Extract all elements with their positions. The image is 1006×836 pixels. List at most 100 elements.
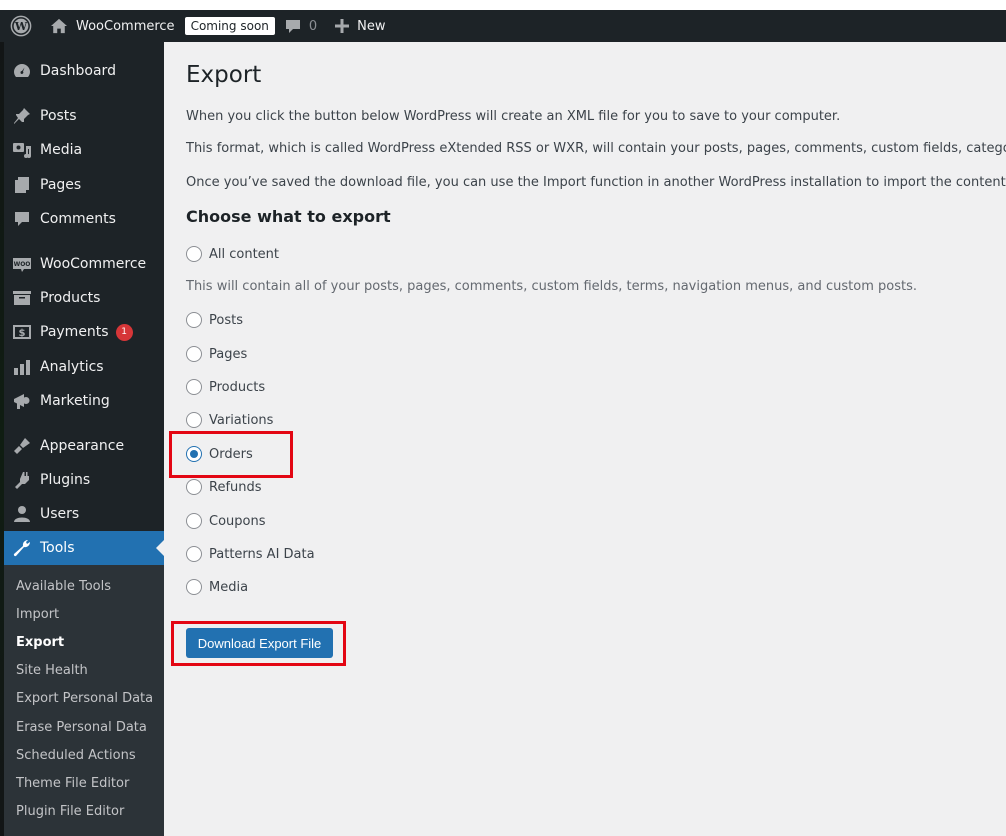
radio-button[interactable] — [186, 379, 202, 395]
radio-button[interactable] — [186, 346, 202, 362]
export-option-media[interactable]: Media — [186, 577, 248, 597]
option-label: Refunds — [209, 479, 262, 495]
comment-bubble-icon — [285, 20, 300, 33]
wordpress-logo-icon: W — [10, 15, 32, 37]
submenu-plugin-file-editor[interactable]: Plugin File Editor — [16, 802, 124, 822]
radio-button[interactable] — [186, 312, 202, 328]
sidebar-item-plugins[interactable]: Plugins — [4, 463, 164, 497]
wrench-icon — [12, 538, 32, 558]
sidebar-item-label: Dashboard — [40, 63, 116, 79]
annotation-highlight-download-button — [171, 621, 346, 666]
main-content: Export When you click the button below W… — [164, 42, 1006, 836]
sidebar-item-label: Pages — [40, 177, 82, 193]
sidebar-item-label: Payments — [40, 324, 109, 340]
admin-bar: W WooCommerce Coming soon 0 New — [0, 10, 1006, 42]
submenu-scheduled-actions[interactable]: Scheduled Actions — [16, 746, 136, 766]
plus-icon — [335, 19, 350, 33]
bar-chart-icon — [12, 357, 32, 377]
comments-link[interactable]: 0 — [285, 10, 335, 42]
sidebar-item-comments[interactable]: Comments — [4, 202, 164, 236]
export-option-coupons[interactable]: Coupons — [186, 511, 266, 531]
submenu-import[interactable]: Import — [16, 605, 59, 625]
pages-icon — [12, 175, 32, 195]
sidebar-item-label: Posts — [40, 108, 77, 124]
svg-text:$: $ — [19, 328, 26, 339]
export-option-posts[interactable]: Posts — [186, 310, 243, 330]
new-label: New — [357, 18, 386, 34]
option-label: Products — [209, 379, 266, 395]
option-label: All content — [209, 246, 280, 262]
sidebar-item-label: Users — [40, 506, 80, 522]
comment-count: 0 — [308, 18, 318, 34]
wp-logo-menu[interactable]: W — [0, 10, 50, 42]
sidebar-item-label: Appearance — [40, 438, 125, 454]
sidebar-item-analytics[interactable]: Analytics — [4, 350, 164, 384]
sidebar-item-label: Media — [40, 142, 83, 158]
submenu-available-tools[interactable]: Available Tools — [16, 577, 111, 597]
annotation-highlight-orders — [169, 431, 293, 478]
sidebar-item-dashboard[interactable]: Dashboard — [4, 54, 164, 88]
home-icon — [51, 18, 67, 34]
description-paragraph: When you click the button below WordPres… — [186, 109, 841, 124]
submenu-export-personal-data[interactable]: Export Personal Data — [16, 689, 153, 709]
comment-icon — [12, 209, 32, 229]
megaphone-icon — [12, 391, 32, 411]
site-name-link[interactable]: WooCommerce — [50, 10, 185, 42]
sidebar-item-products[interactable]: Products — [4, 281, 164, 315]
sidebar-item-pages[interactable]: Pages — [4, 168, 164, 202]
radio-button[interactable] — [186, 579, 202, 595]
media-camera-music-icon — [12, 140, 32, 160]
radio-button[interactable] — [186, 246, 202, 262]
sidebar-item-label: Plugins — [40, 472, 91, 488]
export-option-pages[interactable]: Pages — [186, 344, 247, 364]
option-label: Media — [209, 579, 249, 595]
description-paragraph: Once you’ve saved the download file, you… — [186, 175, 1006, 190]
coming-soon-badge[interactable]: Coming soon — [184, 17, 275, 35]
submenu-erase-personal-data[interactable]: Erase Personal Data — [16, 718, 147, 738]
sidebar-item-users[interactable]: Users — [4, 497, 164, 531]
option-label: Coupons — [209, 513, 266, 529]
page-title: Export — [186, 62, 262, 88]
sidebar-item-tools[interactable]: Tools — [4, 531, 164, 565]
export-option-refunds[interactable]: Refunds — [186, 477, 262, 497]
radio-button[interactable] — [186, 412, 202, 428]
sidebar-item-woocommerce[interactable]: WOO WooCommerce — [4, 247, 164, 281]
sidebar-item-label: Analytics — [40, 359, 104, 375]
option-label: Patterns AI Data — [209, 546, 315, 562]
new-content-link[interactable]: New — [335, 10, 386, 42]
export-option-products[interactable]: Products — [186, 377, 265, 397]
dollar-card-icon: $ — [12, 322, 32, 342]
sidebar-item-posts[interactable]: Posts — [4, 99, 164, 133]
paintbrush-icon — [12, 436, 32, 456]
sidebar-item-label: Tools — [40, 540, 75, 556]
sidebar-item-label: Products — [40, 290, 101, 306]
sidebar-item-payments[interactable]: $ Payments 1 — [4, 315, 164, 349]
submenu-site-health[interactable]: Site Health — [16, 661, 88, 681]
sidebar-item-appearance[interactable]: Appearance — [4, 429, 164, 463]
submenu-export[interactable]: Export — [16, 633, 64, 653]
woo-icon: WOO — [12, 254, 32, 274]
archive-box-icon — [12, 288, 32, 308]
option-label: Variations — [209, 412, 274, 428]
option-label: Pages — [209, 346, 248, 362]
radio-button[interactable] — [186, 546, 202, 562]
sidebar-item-label: WooCommerce — [40, 256, 147, 272]
export-option-all-content[interactable]: All content — [186, 244, 279, 264]
user-icon — [12, 504, 32, 524]
section-title: Choose what to export — [186, 207, 391, 226]
radio-button[interactable] — [186, 513, 202, 529]
radio-button[interactable] — [186, 479, 202, 495]
submenu-theme-file-editor[interactable]: Theme File Editor — [16, 774, 129, 794]
top-white-strip — [0, 0, 1006, 10]
sidebar-item-media[interactable]: Media — [4, 133, 164, 167]
sidebar-item-label: Marketing — [40, 393, 110, 409]
dashboard-gauge-icon — [12, 61, 32, 81]
admin-sidebar: Dashboard Posts Media Pages Comments WOO… — [0, 42, 164, 836]
export-option-patterns-ai-data[interactable]: Patterns AI Data — [186, 544, 315, 564]
sidebar-item-marketing[interactable]: Marketing — [4, 384, 164, 418]
export-option-variations[interactable]: Variations — [186, 410, 273, 430]
tools-submenu: Available Tools Import Export Site Healt… — [4, 565, 164, 836]
pushpin-icon — [12, 106, 32, 126]
plug-icon — [12, 470, 32, 490]
sidebar-item-label: Comments — [40, 211, 116, 227]
